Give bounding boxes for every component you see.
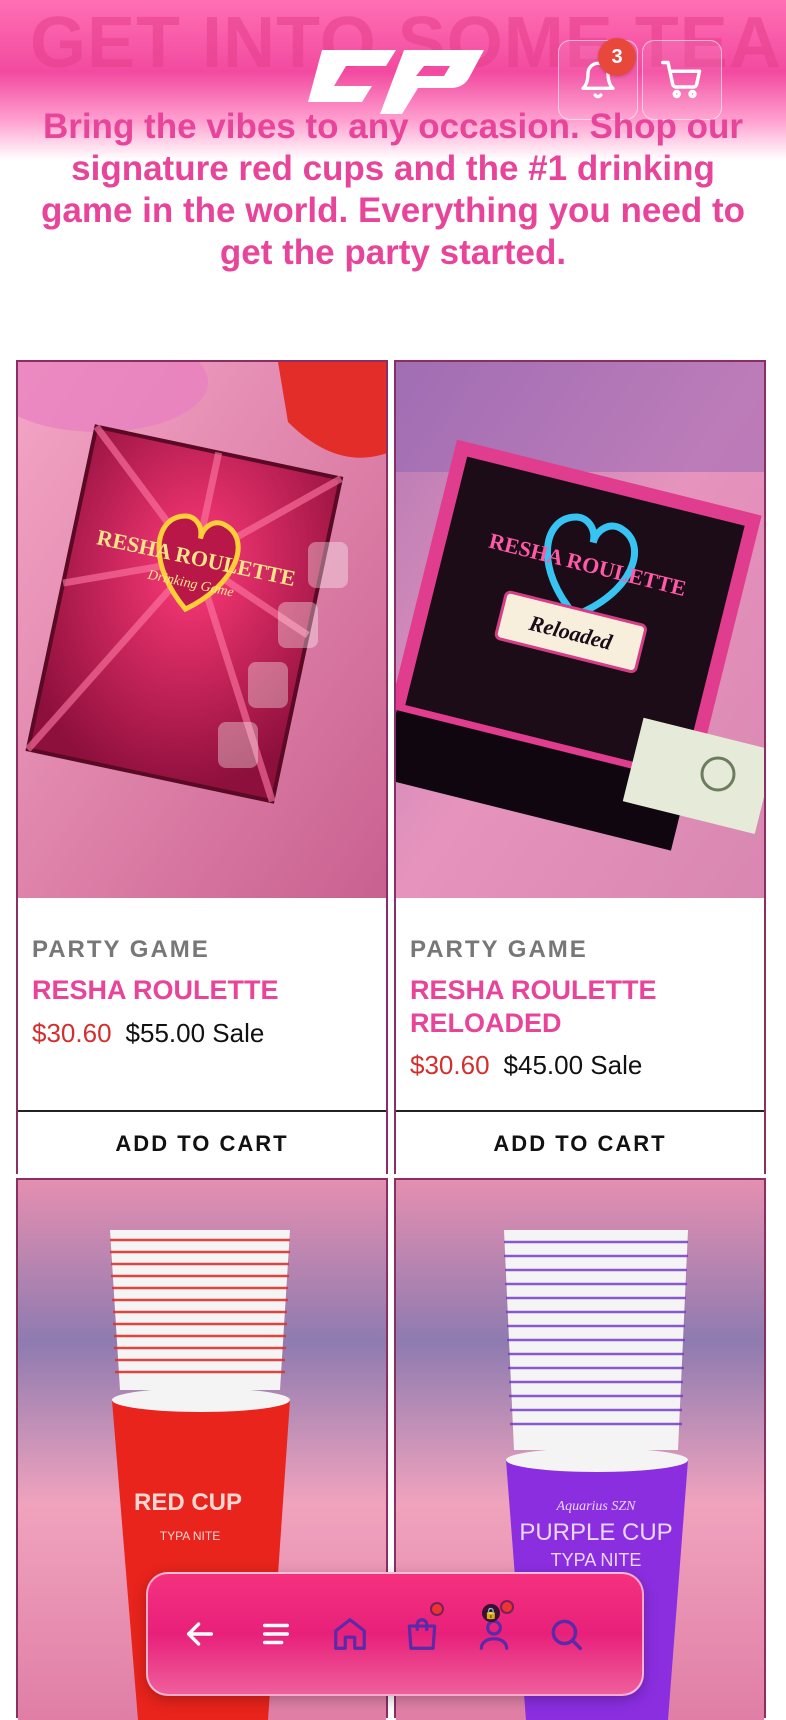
add-to-cart-button[interactable]: ADD TO CART — [18, 1110, 386, 1176]
shop-bag-button[interactable] — [398, 1602, 446, 1658]
bag-indicator-dot — [430, 1602, 444, 1616]
regular-price: $55.00 Sale — [125, 1018, 265, 1048]
intro-text: Bring the vibes to any occasion. Shop ou… — [41, 107, 745, 272]
account-button[interactable]: 🔒 — [470, 1600, 518, 1658]
sale-price: $30.60 — [32, 1018, 112, 1048]
back-button[interactable] — [176, 1610, 224, 1658]
product-title[interactable]: RESHA ROULETTE RELOADED — [410, 974, 740, 1040]
menu-button[interactable] — [252, 1610, 300, 1658]
cart-icon — [661, 60, 702, 99]
add-to-cart-button[interactable]: ADD TO CART — [396, 1110, 764, 1176]
product-card[interactable]: RESHA ROULETTE Reloaded PARTY GAME RESHA… — [394, 360, 766, 1176]
svg-text:Aquarius SZN: Aquarius SZN — [556, 1499, 637, 1514]
product-category: PARTY GAME — [410, 936, 588, 963]
bottom-navigation-bar: 🔒 — [146, 1572, 644, 1696]
notification-count-badge: 3 — [598, 38, 636, 76]
product-image[interactable]: RESHA ROULETTE Reloaded — [396, 362, 764, 898]
menu-icon — [262, 1623, 290, 1645]
product-image-label: PURPLE CUP — [519, 1519, 672, 1546]
product-image[interactable]: RESHA ROULETTE Drinking Game — [18, 362, 386, 898]
search-button[interactable] — [542, 1610, 590, 1658]
home-icon — [334, 1618, 366, 1650]
lock-icon: 🔒 — [482, 1604, 500, 1622]
product-image-label: RED CUP — [134, 1489, 242, 1516]
back-arrow-icon — [186, 1622, 214, 1646]
regular-price: $45.00 Sale — [503, 1050, 643, 1080]
product-price: $30.60 $45.00 Sale — [410, 1050, 642, 1081]
product-card[interactable]: RESHA ROULETTE Drinking Game PARTY GAME … — [16, 360, 388, 1176]
product-category: PARTY GAME — [32, 936, 210, 963]
account-indicator-dot — [500, 1600, 514, 1614]
bag-icon — [407, 1618, 437, 1650]
product-title[interactable]: RESHA ROULETTE — [32, 974, 362, 1007]
sale-price: $30.60 — [410, 1050, 490, 1080]
search-icon — [551, 1619, 582, 1650]
svg-text:TYPA NITE: TYPA NITE — [160, 1529, 220, 1543]
home-button[interactable] — [326, 1610, 374, 1658]
svg-text:TYPA NITE: TYPA NITE — [551, 1550, 642, 1570]
product-price: $30.60 $55.00 Sale — [32, 1018, 264, 1049]
